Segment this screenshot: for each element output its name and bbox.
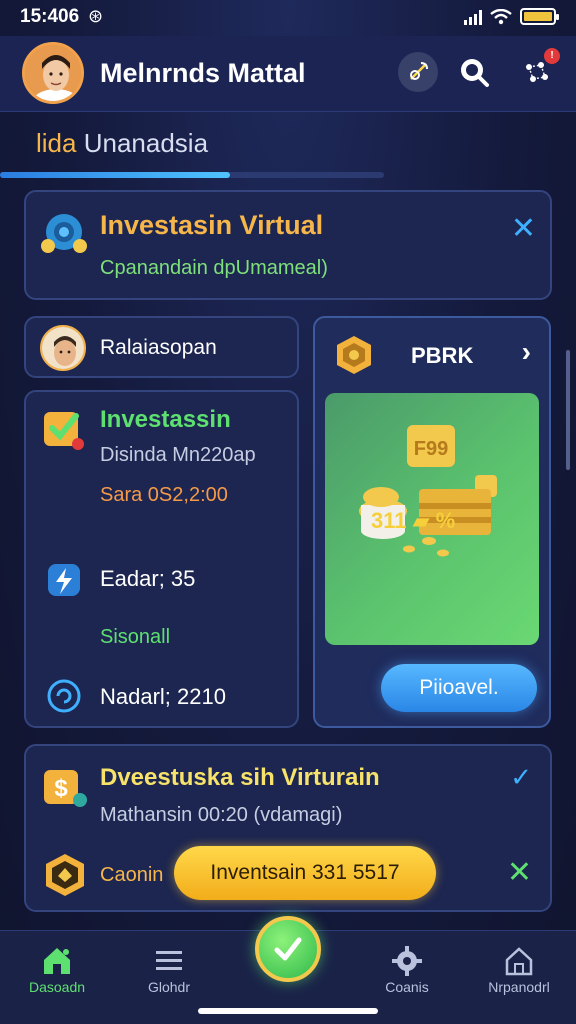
nav-label: Dasoadn — [28, 979, 86, 995]
scrollbar[interactable] — [566, 350, 570, 470]
investment-card[interactable]: Investassin Disinda Mn220ap Sara 0S2,2:0… — [24, 390, 299, 728]
tab-label[interactable]: Unanadsia — [84, 128, 208, 158]
money-stack-icon: F99 — [359, 425, 497, 557]
profile-card[interactable]: Ralaiasopan — [24, 316, 299, 378]
nav-item-dashboard[interactable]: Dasoadn — [12, 943, 102, 995]
profile-name: Ralaiasopan — [100, 336, 217, 359]
refresh-icon — [44, 676, 84, 716]
nav-item-list[interactable]: Glohdr — [124, 943, 214, 995]
avatar-face-icon — [42, 327, 84, 369]
tab-active-label[interactable]: lida — [36, 128, 76, 158]
deposit-title: Dveestuska sih Virturain — [100, 764, 380, 791]
status-app-icon: ⊛ — [88, 6, 104, 26]
stat-total: Nadarl; 2210 — [100, 684, 226, 709]
banner-title: Investasin Virtual — [100, 210, 324, 240]
promo-value: 311 ▰ % — [371, 508, 456, 533]
notification-badge: ! — [544, 48, 560, 64]
promo-button[interactable]: Piioavel. — [381, 664, 537, 712]
dollar-box-icon: $ — [42, 764, 88, 810]
tab-progress-track — [0, 172, 384, 178]
deposit-label: Caonin — [100, 864, 164, 886]
network-button[interactable]: ! — [516, 48, 560, 92]
nav-item-settings[interactable]: Coanis — [362, 943, 452, 995]
nav-item-home[interactable]: Nrpanodrl — [474, 943, 564, 995]
battery-icon — [520, 8, 559, 25]
investment-detail: Disinda Mn220ap — [100, 444, 256, 466]
stat-earnings: Eadar; 35 — [100, 566, 196, 591]
investment-title: Investassin — [100, 406, 231, 433]
checkmark-icon — [274, 937, 302, 961]
satellite-button[interactable] — [398, 52, 438, 92]
status-time: 15:406 — [20, 6, 80, 27]
signal-icon — [464, 9, 482, 25]
lightning-icon — [44, 560, 84, 600]
promo-label: PBRK — [411, 343, 474, 368]
nav-label: Nrpanodrl — [488, 979, 550, 995]
investment-balance: Sara 0S2,2:00 — [100, 484, 228, 506]
search-button[interactable] — [454, 52, 494, 92]
network-icon — [526, 62, 548, 82]
profile-avatar — [40, 325, 86, 371]
tab-header[interactable]: lida Unanadsia — [36, 128, 208, 159]
check-icon[interactable]: ✓ — [510, 762, 532, 793]
nav-label: Coanis — [385, 979, 429, 995]
wifi-icon — [490, 8, 512, 24]
coin-stack-icon — [38, 208, 90, 260]
avatar-face-icon — [25, 45, 81, 101]
virtual-deposit-card[interactable]: $ Dveestuska sih Virturain Mathansin 00:… — [24, 744, 552, 912]
svg-text:$: $ — [54, 775, 68, 802]
status-bar: 15:406 ⊛ — [0, 0, 576, 36]
promo-card[interactable]: PBRK › F99 311 ▰ % Piioavel. — [313, 316, 551, 728]
hexagon-badge-icon — [42, 852, 88, 898]
tab-progress-fill — [0, 172, 231, 178]
house-outline-icon — [474, 943, 564, 979]
search-icon — [461, 59, 489, 87]
checkbox-icon — [42, 408, 86, 452]
user-name: Melnrnds Mattal — [100, 58, 306, 88]
confirm-fab-button[interactable] — [255, 916, 321, 982]
list-icon — [124, 943, 214, 979]
app-header: Melnrnds Mattal ! — [0, 36, 576, 112]
stat-status: Sisonall — [100, 626, 171, 648]
nav-label: Glohdr — [147, 979, 191, 995]
invest-button[interactable]: Inventsain 331 5517 — [174, 846, 436, 900]
status-icons — [464, 8, 559, 25]
avatar[interactable] — [22, 42, 84, 104]
hexagon-coin-icon — [333, 334, 375, 376]
close-icon[interactable]: ✕ — [511, 214, 536, 244]
chevron-right-icon[interactable]: › — [522, 336, 531, 368]
close-icon[interactable]: ✕ — [507, 858, 532, 888]
home-icon — [12, 943, 102, 979]
svg-text:F99: F99 — [414, 438, 448, 460]
banner-subtitle: Cpanandain dpUmameal) — [100, 257, 328, 279]
virtual-investment-banner[interactable]: Investasin Virtual Cpanandain dpUmameal)… — [24, 190, 552, 300]
home-indicator[interactable] — [198, 1008, 378, 1014]
satellite-icon — [410, 62, 428, 80]
deposit-subtitle: Mathansin 00:20 (vdamagi) — [100, 804, 343, 826]
gear-icon — [362, 943, 452, 979]
